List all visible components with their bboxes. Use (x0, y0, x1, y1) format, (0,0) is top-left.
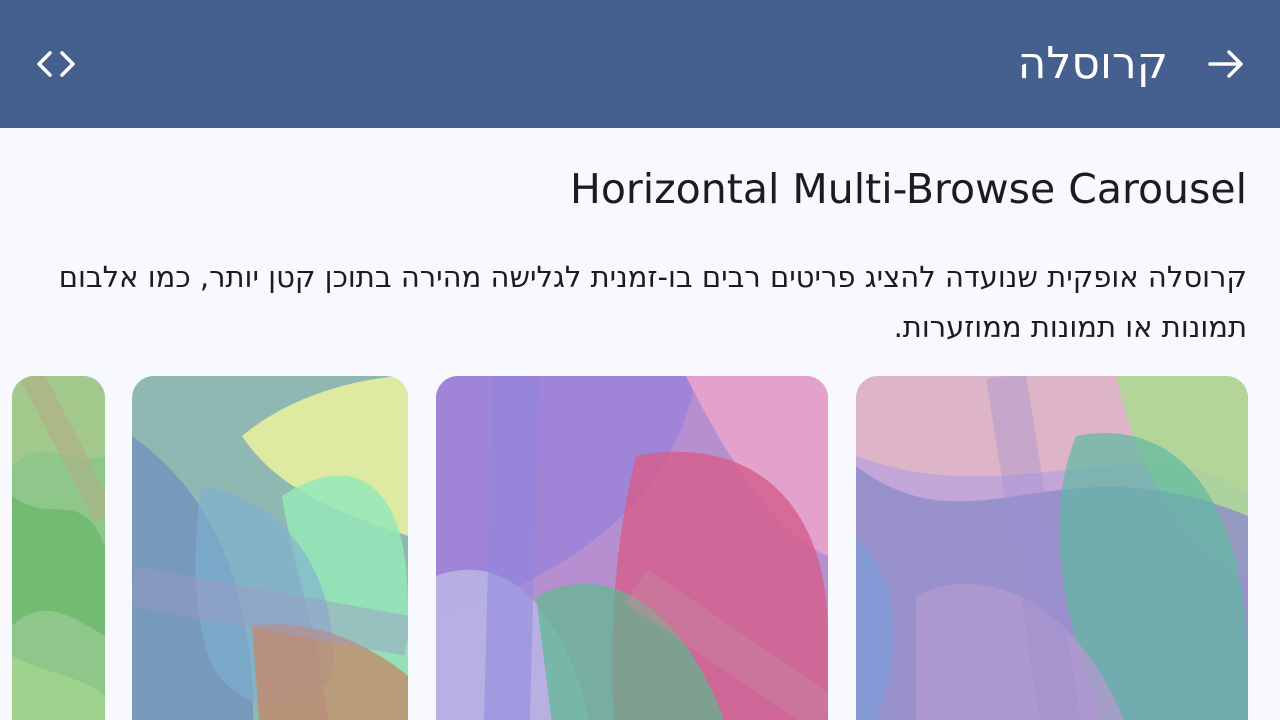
multi-browse-carousel[interactable] (0, 376, 1280, 720)
code-icon (37, 51, 75, 77)
top-app-bar: קרוסלה (0, 0, 1280, 128)
section-heading: Horizontal Multi-Browse Carousel (569, 165, 1247, 213)
view-code-button[interactable] (28, 36, 84, 92)
main-content: Horizontal Multi-Browse Carousel קרוסלה … (0, 128, 1280, 720)
page-title: קרוסלה (1017, 38, 1168, 89)
arrow-back-icon (1208, 50, 1243, 78)
section-description: קרוסלה אופקית שנועדה להציג פריטים רבים ב… (58, 260, 1247, 344)
abstract-image (436, 376, 828, 720)
back-button[interactable] (1198, 36, 1254, 92)
abstract-image (856, 376, 1248, 720)
carousel-item-1[interactable] (856, 376, 1248, 720)
carousel-item-4[interactable] (12, 376, 105, 720)
abstract-image (132, 376, 408, 720)
carousel-item-2[interactable] (436, 376, 828, 720)
carousel-item-3[interactable] (132, 376, 408, 720)
abstract-image (12, 376, 105, 720)
